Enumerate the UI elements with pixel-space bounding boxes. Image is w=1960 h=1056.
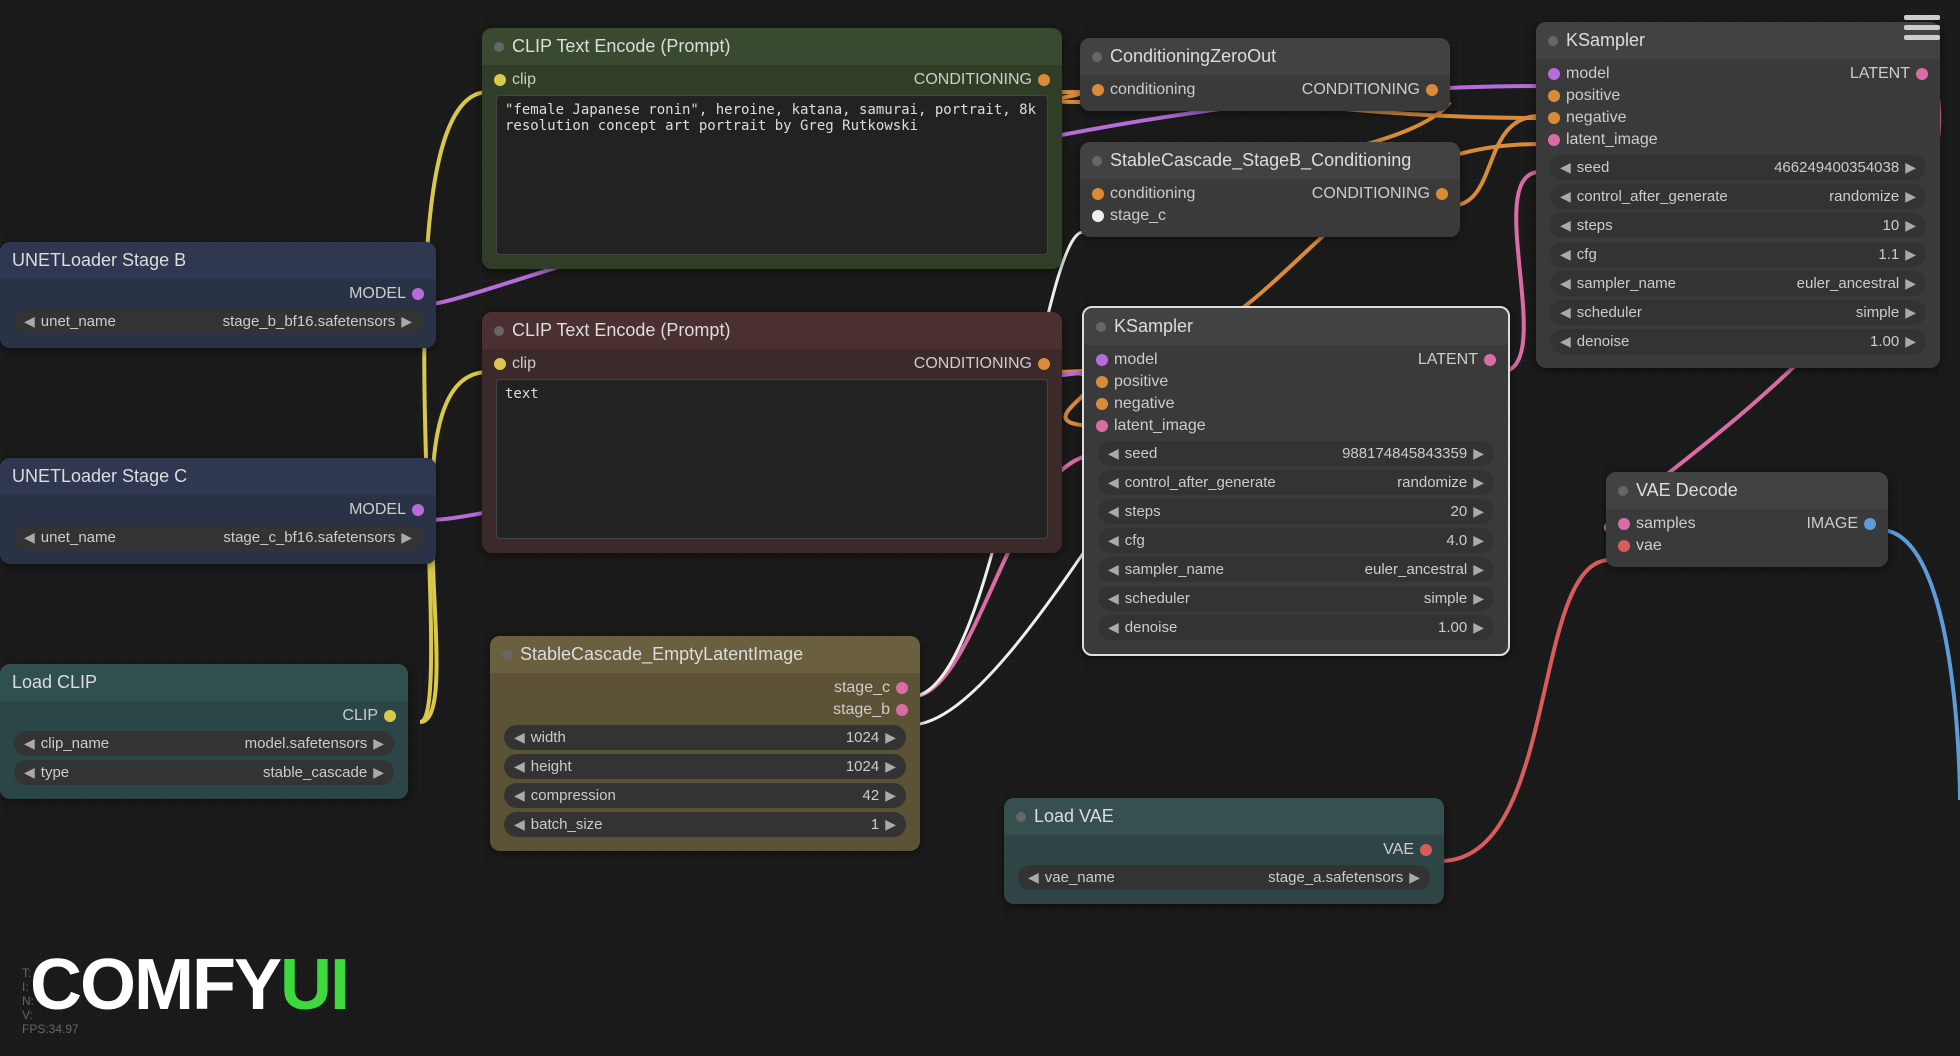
node-title[interactable]: Load VAE bbox=[1004, 798, 1444, 835]
node-title[interactable]: UNETLoader Stage C bbox=[0, 458, 436, 495]
prompt-textarea[interactable]: text bbox=[496, 379, 1048, 539]
input-clip[interactable]: clip bbox=[494, 71, 536, 89]
input-conditioning[interactable]: conditioning bbox=[1092, 81, 1195, 99]
node-title[interactable]: VAE Decode bbox=[1606, 472, 1888, 509]
widget-width[interactable]: ◀width1024▶ bbox=[504, 725, 906, 750]
output-clip[interactable]: CLIP bbox=[342, 707, 396, 725]
collapse-icon[interactable] bbox=[1096, 322, 1106, 332]
collapse-icon[interactable] bbox=[1016, 812, 1026, 822]
node-conditioning-zero-out[interactable]: ConditioningZeroOut conditioning CONDITI… bbox=[1080, 38, 1450, 111]
prompt-textarea[interactable]: "female Japanese ronin", heroine, katana… bbox=[496, 95, 1048, 255]
widget-height[interactable]: ◀height1024▶ bbox=[504, 754, 906, 779]
widget-type[interactable]: ◀typestable_cascade▶ bbox=[14, 760, 394, 785]
output-conditioning[interactable]: CONDITIONING bbox=[1302, 81, 1438, 99]
output-stage-c[interactable]: stage_c bbox=[834, 679, 908, 697]
chevron-left-icon[interactable]: ◀ bbox=[24, 529, 35, 546]
widget-unet-name[interactable]: ◀ unet_name stage_c_bf16.safetensors ▶ bbox=[14, 525, 422, 550]
output-conditioning[interactable]: CONDITIONING bbox=[1312, 185, 1448, 203]
chevron-right-icon[interactable]: ▶ bbox=[401, 313, 412, 330]
node-title[interactable]: UNETLoader Stage B bbox=[0, 242, 436, 279]
output-model[interactable]: MODEL bbox=[349, 285, 424, 303]
node-unetloader-stage-c[interactable]: UNETLoader Stage C MODEL ◀ unet_name sta… bbox=[0, 458, 436, 564]
widget-seed[interactable]: ◀seed466249400354038▶ bbox=[1550, 155, 1926, 180]
collapse-icon[interactable] bbox=[1092, 156, 1102, 166]
input-latent-image[interactable]: latent_image bbox=[1548, 131, 1658, 149]
output-latent[interactable]: LATENT bbox=[1418, 351, 1496, 369]
node-title[interactable]: CLIP Text Encode (Prompt) bbox=[482, 312, 1062, 349]
node-title[interactable]: StableCascade_StageB_Conditioning bbox=[1080, 142, 1460, 179]
output-conditioning[interactable]: CONDITIONING bbox=[914, 355, 1050, 373]
input-conditioning[interactable]: conditioning bbox=[1092, 185, 1195, 203]
collapse-icon[interactable] bbox=[494, 42, 504, 52]
output-conditioning[interactable]: CONDITIONING bbox=[914, 71, 1050, 89]
chevron-right-icon[interactable]: ▶ bbox=[401, 529, 412, 546]
widget-denoise[interactable]: ◀denoise1.00▶ bbox=[1098, 615, 1494, 640]
input-stage-c[interactable]: stage_c bbox=[1092, 207, 1166, 225]
widget-batch-size[interactable]: ◀batch_size1▶ bbox=[504, 812, 906, 837]
input-model[interactable]: model bbox=[1548, 65, 1610, 83]
widget-control-after-generate[interactable]: ◀control_after_generaterandomize▶ bbox=[1098, 470, 1494, 495]
output-stage-b[interactable]: stage_b bbox=[833, 701, 908, 719]
node-clip-text-encode-negative[interactable]: CLIP Text Encode (Prompt) clip CONDITION… bbox=[482, 312, 1062, 553]
collapse-icon[interactable] bbox=[1092, 52, 1102, 62]
node-load-clip[interactable]: Load CLIP CLIP ◀clip_namemodel.safetenso… bbox=[0, 664, 408, 799]
widget-vae-name[interactable]: ◀vae_namestage_a.safetensors▶ bbox=[1018, 865, 1430, 890]
widget-cfg[interactable]: ◀cfg4.0▶ bbox=[1098, 528, 1494, 553]
widget-denoise[interactable]: ◀denoise1.00▶ bbox=[1550, 329, 1926, 354]
collapse-icon[interactable] bbox=[1618, 486, 1628, 496]
node-title[interactable]: CLIP Text Encode (Prompt) bbox=[482, 28, 1062, 65]
collapse-icon[interactable] bbox=[494, 326, 504, 336]
input-negative[interactable]: negative bbox=[1096, 395, 1175, 413]
input-clip[interactable]: clip bbox=[494, 355, 536, 373]
node-title[interactable]: ConditioningZeroOut bbox=[1080, 38, 1450, 75]
input-vae[interactable]: vae bbox=[1618, 537, 1662, 555]
node-stageb-conditioning[interactable]: StableCascade_StageB_Conditioning condit… bbox=[1080, 142, 1460, 237]
input-positive[interactable]: positive bbox=[1548, 87, 1620, 105]
node-title[interactable]: Load CLIP bbox=[0, 664, 408, 701]
node-ksampler-1[interactable]: KSampler model LATENT positive negative l… bbox=[1082, 306, 1510, 656]
input-samples[interactable]: samples bbox=[1618, 515, 1696, 533]
input-model[interactable]: model bbox=[1096, 351, 1158, 369]
collapse-icon[interactable] bbox=[1548, 36, 1558, 46]
chevron-left-icon[interactable]: ◀ bbox=[24, 313, 35, 330]
node-title[interactable]: StableCascade_EmptyLatentImage bbox=[490, 636, 920, 673]
output-latent[interactable]: LATENT bbox=[1850, 65, 1928, 83]
widget-sampler-name[interactable]: ◀sampler_nameeuler_ancestral▶ bbox=[1550, 271, 1926, 296]
output-image[interactable]: IMAGE bbox=[1806, 515, 1876, 533]
comfyui-logo: COMFYUI bbox=[30, 944, 348, 1026]
widget-steps[interactable]: ◀steps10▶ bbox=[1550, 213, 1926, 238]
node-title[interactable]: KSampler bbox=[1536, 22, 1940, 59]
node-title[interactable]: KSampler bbox=[1084, 308, 1508, 345]
widget-cfg[interactable]: ◀cfg1.1▶ bbox=[1550, 242, 1926, 267]
widget-seed[interactable]: ◀seed988174845843359▶ bbox=[1098, 441, 1494, 466]
widget-clip-name[interactable]: ◀clip_namemodel.safetensors▶ bbox=[14, 731, 394, 756]
collapse-icon[interactable] bbox=[502, 650, 512, 660]
node-load-vae[interactable]: Load VAE VAE ◀vae_namestage_a.safetensor… bbox=[1004, 798, 1444, 904]
output-vae[interactable]: VAE bbox=[1383, 841, 1432, 859]
widget-steps[interactable]: ◀steps20▶ bbox=[1098, 499, 1494, 524]
node-vae-decode[interactable]: VAE Decode samples IMAGE vae bbox=[1606, 472, 1888, 567]
node-empty-latent-image[interactable]: StableCascade_EmptyLatentImage stage_c s… bbox=[490, 636, 920, 851]
input-negative[interactable]: negative bbox=[1548, 109, 1627, 127]
node-clip-text-encode-positive[interactable]: CLIP Text Encode (Prompt) clip CONDITION… bbox=[482, 28, 1062, 269]
widget-scheduler[interactable]: ◀schedulersimple▶ bbox=[1550, 300, 1926, 325]
widget-scheduler[interactable]: ◀schedulersimple▶ bbox=[1098, 586, 1494, 611]
node-ksampler-2[interactable]: KSampler model LATENT positive negative l… bbox=[1536, 22, 1940, 368]
widget-sampler-name[interactable]: ◀sampler_nameeuler_ancestral▶ bbox=[1098, 557, 1494, 582]
output-model[interactable]: MODEL bbox=[349, 501, 424, 519]
node-unetloader-stage-b[interactable]: UNETLoader Stage B MODEL ◀ unet_name sta… bbox=[0, 242, 436, 348]
input-latent-image[interactable]: latent_image bbox=[1096, 417, 1206, 435]
widget-control-after-generate[interactable]: ◀control_after_generaterandomize▶ bbox=[1550, 184, 1926, 209]
input-positive[interactable]: positive bbox=[1096, 373, 1168, 391]
widget-unet-name[interactable]: ◀ unet_name stage_b_bf16.safetensors ▶ bbox=[14, 309, 422, 334]
hamburger-menu-icon[interactable] bbox=[1904, 10, 1940, 45]
widget-compression[interactable]: ◀compression42▶ bbox=[504, 783, 906, 808]
